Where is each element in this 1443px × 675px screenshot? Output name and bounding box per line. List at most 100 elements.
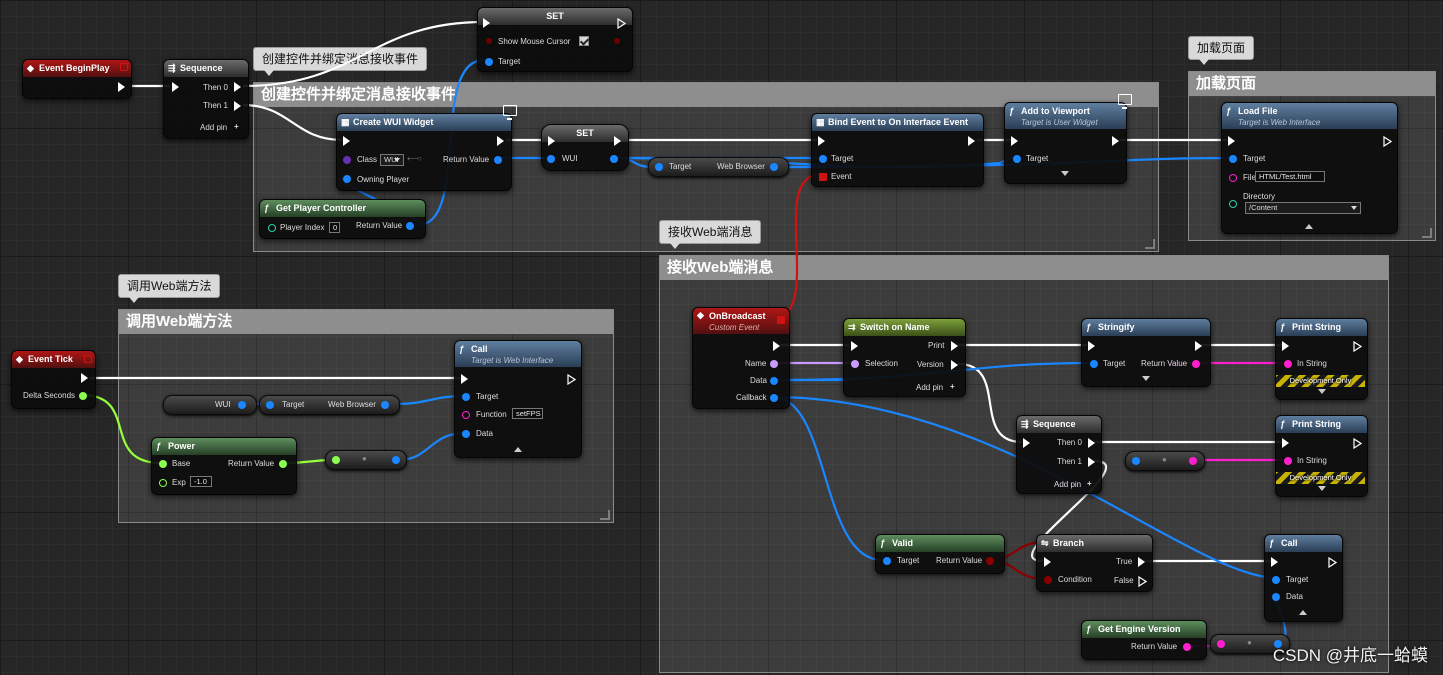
exec-in-pin[interactable] [1088,341,1095,351]
bool-in-pin[interactable] [486,38,492,44]
exec-in-pin[interactable] [172,82,179,92]
exec-out-pin[interactable] [1195,341,1202,351]
collapse-arrow-icon[interactable] [1299,610,1307,615]
target-pin[interactable] [266,401,274,409]
exec-out-pin[interactable] [81,373,88,383]
file-pin[interactable] [1229,174,1237,182]
node-get-player-controller[interactable]: ƒ Get Player Controller Player Index 0 Re… [259,199,426,239]
target-pin[interactable] [1013,155,1021,163]
then1-pin[interactable] [234,101,241,111]
target-pin[interactable] [462,393,470,401]
player-index-pin[interactable] [268,224,276,232]
exec-out-pin[interactable] [617,18,626,29]
exec-in-pin[interactable] [1023,438,1030,448]
output-pin[interactable] [1189,457,1197,465]
node-sequence[interactable]: ⇶ Sequence Then 0 Then 1 Add pin + [163,59,249,139]
node-conversion[interactable]: ● [325,450,407,470]
exec-in-pin[interactable] [818,136,825,146]
add-pin-button[interactable]: Add pin [200,123,227,133]
node-create-wui-widget[interactable]: ▦ Create WUI Widget Class WUI ⟵ ○ Return … [336,113,512,191]
node-set-wui[interactable]: SET WUI [541,124,629,171]
browse-icon[interactable]: ○ [417,154,422,164]
wui-in-pin[interactable] [547,155,555,163]
exec-in-pin[interactable] [1228,136,1235,146]
node-branch[interactable]: ⇋ Branch True Condition False [1036,534,1153,592]
node-get-wui[interactable]: WUI [163,395,257,415]
wui-pin[interactable] [238,401,246,409]
exec-in-pin[interactable] [1011,136,1018,146]
function-input[interactable]: setFPS [512,408,543,419]
data-pin[interactable] [770,377,778,385]
exec-in-pin[interactable] [1044,557,1051,567]
name-pin[interactable] [770,360,778,368]
false-pin[interactable] [1138,576,1147,587]
expand-arrow-icon[interactable] [1142,376,1150,381]
exec-out-pin[interactable] [968,136,975,146]
return-value-pin[interactable] [1183,643,1191,651]
base-pin[interactable] [159,460,167,468]
return-value-pin[interactable] [986,557,994,565]
exec-out-pin[interactable] [1328,557,1337,568]
true-pin[interactable] [1138,557,1145,567]
node-stringify[interactable]: ƒ Stringify Target Return Value [1081,318,1211,387]
exp-input[interactable]: -1.0 [190,476,212,487]
target-pin[interactable] [819,155,827,163]
directory-dropdown[interactable]: /Content [1245,202,1361,214]
output-pin[interactable] [392,456,400,464]
print-pin[interactable] [951,341,958,351]
plus-icon[interactable]: + [1087,479,1092,489]
exec-in-pin[interactable] [343,136,350,146]
collapse-arrow-icon[interactable] [1305,224,1313,229]
return-value-pin[interactable] [494,156,502,164]
input-pin[interactable] [1217,640,1225,648]
then1-pin[interactable] [1088,457,1095,467]
target-pin[interactable] [1229,155,1237,163]
node-get-engine-version[interactable]: ƒ Get Engine Version Return Value [1081,620,1207,660]
condition-pin[interactable] [1044,576,1052,584]
expand-arrow-icon[interactable] [1318,486,1326,491]
node-event-tick[interactable]: ◆ Event Tick Delta Seconds [11,350,96,409]
web-browser-pin[interactable] [381,401,389,409]
exec-out-pin[interactable] [773,341,780,351]
collapse-arrow-icon[interactable] [514,447,522,452]
target-pin[interactable] [1090,360,1098,368]
in-string-pin[interactable] [1284,457,1292,465]
then0-pin[interactable] [1088,438,1095,448]
node-print-string[interactable]: ƒ Print String In String Development Only [1275,415,1368,497]
exec-in-pin[interactable] [1282,438,1289,448]
exec-out-pin[interactable] [497,136,504,146]
wui-out-pin[interactable] [610,155,618,163]
exec-in-pin[interactable] [548,136,555,146]
target-pin[interactable] [655,163,663,171]
data-pin[interactable] [1272,593,1280,601]
exec-in-pin[interactable] [851,341,858,351]
plus-icon[interactable]: + [950,382,955,392]
delegate-pin[interactable] [84,355,92,363]
exec-in-pin[interactable] [1282,341,1289,351]
add-pin-button[interactable]: Add pin [916,383,943,393]
event-pin[interactable] [819,173,827,181]
node-sequence[interactable]: ⇶ Sequence Then 0 Then 1 Add pin + [1016,415,1102,494]
exec-out-pin[interactable] [614,136,621,146]
return-value-pin[interactable] [279,460,287,468]
node-get-web-browser[interactable]: Target Web Browser [648,157,789,177]
node-add-to-viewport[interactable]: ƒ Add to Viewport Target is User Widget Ta… [1004,102,1127,184]
exec-in-pin[interactable] [1271,557,1278,567]
node-power[interactable]: ƒ Power Base Return Value Exp -1.0 [151,437,297,495]
in-string-pin[interactable] [1284,360,1292,368]
selection-pin[interactable] [851,360,859,368]
bool-out-pin[interactable] [614,38,620,44]
directory-pin[interactable] [1229,200,1237,208]
target-pin[interactable] [485,58,493,66]
node-load-file[interactable]: ƒ Load File Target is Web Interface Target… [1221,102,1398,234]
exec-out-pin[interactable] [567,374,576,385]
node-bind-event[interactable]: ▦ Bind Event to On Interface Event Target… [811,113,984,187]
class-pin[interactable] [343,156,351,164]
node-print-string[interactable]: ƒ Print String In String Development Only [1275,318,1368,400]
player-index-input[interactable]: 0 [329,222,340,233]
file-input[interactable]: HTML/Test.html [1255,171,1325,182]
exp-pin[interactable] [159,479,167,487]
owning-player-pin[interactable] [343,175,351,183]
exec-out-pin[interactable] [1383,136,1392,147]
node-event-beginplay[interactable]: ◆ Event BeginPlay [22,59,132,99]
